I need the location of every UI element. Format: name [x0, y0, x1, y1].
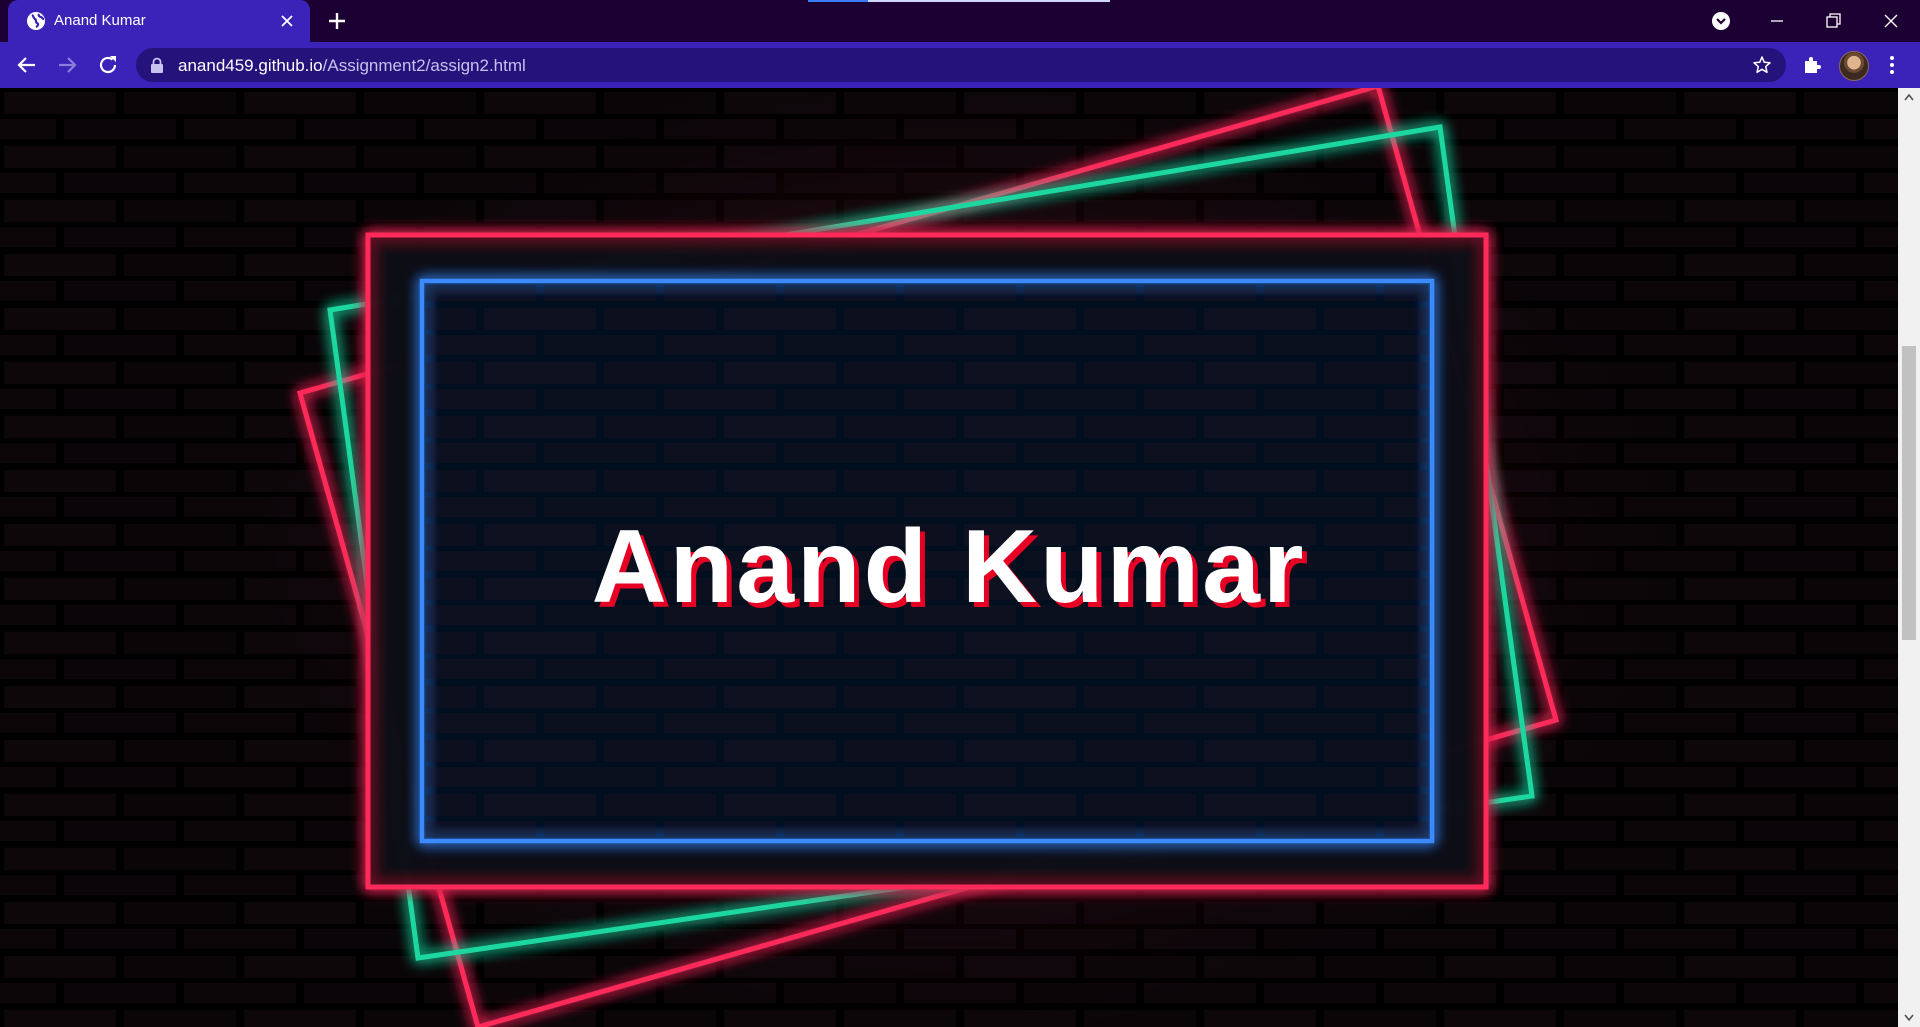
minimize-icon[interactable] — [1764, 8, 1790, 34]
url-text[interactable]: anand459.github.io/Assignment2/assign2.h… — [178, 56, 526, 76]
url-host: anand459.github.io — [178, 56, 323, 75]
reload-icon[interactable] — [96, 53, 120, 77]
page-viewport: Anand Kumar — [0, 88, 1898, 1027]
browser-toolbar: anand459.github.io/Assignment2/assign2.h… — [0, 42, 1920, 88]
avatar[interactable] — [1839, 51, 1869, 81]
scroll-down-arrow-icon[interactable] — [1904, 1014, 1914, 1022]
forward-icon[interactable] — [55, 53, 79, 77]
url-path: /Assignment2/assign2.html — [322, 56, 526, 75]
address-bar[interactable]: anand459.github.io/Assignment2/assign2.h… — [136, 48, 1786, 82]
tab-search-indicator — [808, 0, 1110, 2]
kebab-menu-icon[interactable] — [1880, 53, 1904, 77]
tab-strip: Anand Kumar — [0, 0, 1920, 42]
active-tab[interactable]: Anand Kumar — [8, 0, 310, 42]
globe-icon — [27, 12, 45, 30]
scroll-up-arrow-icon[interactable] — [1904, 93, 1914, 101]
tab-search-icon[interactable] — [1708, 8, 1734, 34]
window-close-icon[interactable] — [1878, 8, 1904, 34]
tab-title: Anand Kumar — [54, 12, 146, 29]
plus-icon[interactable] — [326, 10, 348, 32]
star-icon[interactable] — [1752, 55, 1772, 75]
restore-icon[interactable] — [1820, 8, 1846, 34]
page-title: Anand Kumar — [591, 509, 1307, 625]
scrollbar-thumb[interactable] — [1902, 346, 1916, 640]
lock-icon[interactable] — [150, 57, 164, 73]
back-icon[interactable] — [15, 53, 39, 77]
puzzle-icon[interactable] — [1801, 53, 1825, 77]
vertical-scrollbar[interactable] — [1898, 88, 1920, 1027]
close-icon[interactable] — [280, 14, 294, 28]
